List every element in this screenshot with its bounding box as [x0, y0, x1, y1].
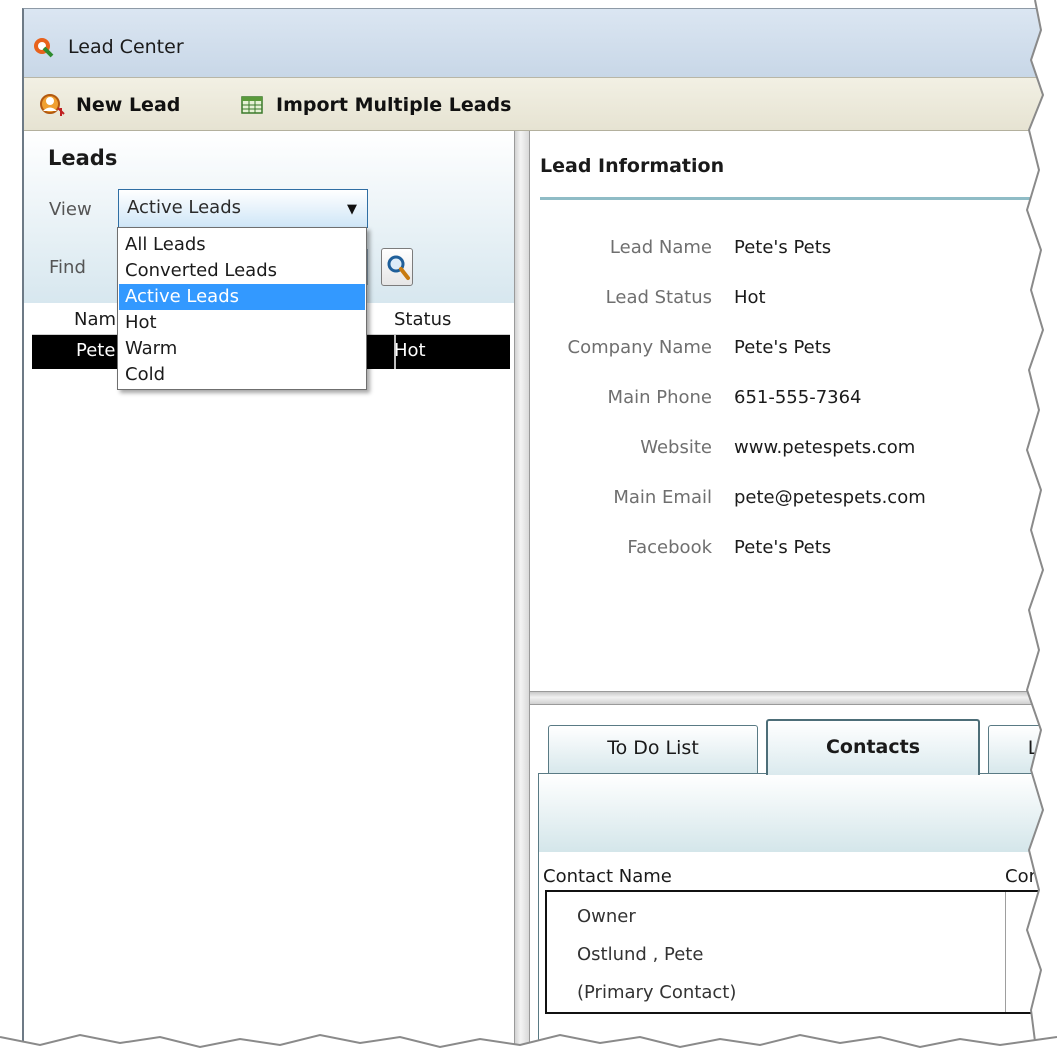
lead-name-value: Pete's Pets: [734, 237, 832, 258]
tab-to-do-list[interactable]: To Do List: [548, 725, 758, 773]
leads-panel: Leads View Active Leads ▼ Find Nam Statu…: [24, 131, 514, 1049]
dropdown-option-hot[interactable]: Hot: [119, 310, 365, 336]
main-phone-label: Main Phone: [607, 387, 712, 408]
main-email-label: Main Email: [613, 487, 712, 508]
new-lead-icon: [40, 94, 65, 116]
view-dropdown-list: All Leads Converted Leads Active Leads H…: [117, 227, 367, 390]
website-label: Website: [640, 437, 712, 458]
dropdown-option-cold[interactable]: Cold: [119, 362, 365, 388]
lead-name-cell: Pete: [76, 340, 116, 361]
dropdown-option-active-leads[interactable]: Active Leads: [119, 284, 365, 310]
magnifier-icon: [387, 255, 410, 280]
lead-information-title: Lead Information: [540, 155, 725, 177]
column-header-partial[interactable]: Cor: [1005, 866, 1057, 887]
tab-partial[interactable]: L: [988, 725, 1057, 773]
view-select-value: Active Leads: [127, 197, 242, 218]
company-name-value: Pete's Pets: [734, 337, 832, 358]
dropdown-option-warm[interactable]: Warm: [119, 336, 365, 362]
column-divider: [1005, 892, 1006, 1012]
chevron-down-icon: ▼: [347, 202, 357, 217]
column-header-status[interactable]: Status: [394, 309, 451, 330]
import-multiple-leads-label: Import Multiple Leads: [276, 94, 512, 116]
window-title: Lead Center: [68, 36, 184, 58]
app-logo-icon: [34, 38, 54, 58]
tab-contacts[interactable]: Contacts: [766, 719, 980, 775]
lead-information-panel: Lead Information Lead Name Pete's Pets L…: [530, 131, 1057, 1049]
new-lead-label: New Lead: [76, 94, 181, 116]
view-select[interactable]: Active Leads ▼: [118, 189, 368, 228]
contacts-list: Owner Ostlund , Pete (Primary Contact): [545, 890, 1057, 1014]
vertical-splitter[interactable]: [514, 131, 530, 1049]
main-email-value[interactable]: pete@petespets.com: [734, 487, 926, 508]
find-label: Find: [49, 257, 86, 278]
contact-title[interactable]: Owner: [577, 906, 636, 927]
horizontal-splitter[interactable]: [530, 691, 1057, 705]
leads-title: Leads: [48, 146, 118, 170]
column-header-name[interactable]: Nam: [74, 309, 116, 330]
column-header-contact-name[interactable]: Contact Name: [543, 866, 672, 887]
lead-center-window: Lead Center New Lead Import Multiple Lea…: [22, 8, 1057, 1049]
lead-status-value: Hot: [734, 287, 766, 308]
contact-role[interactable]: (Primary Contact): [577, 982, 736, 1003]
company-name-label: Company Name: [567, 337, 712, 358]
contact-name[interactable]: Ostlund , Pete: [577, 944, 703, 965]
new-lead-button[interactable]: New Lead: [38, 91, 180, 119]
facebook-label: Facebook: [627, 537, 712, 558]
dropdown-option-converted-leads[interactable]: Converted Leads: [119, 258, 365, 284]
view-label: View: [49, 199, 92, 220]
lead-name-label: Lead Name: [609, 237, 712, 258]
search-button[interactable]: [381, 248, 413, 286]
website-value[interactable]: www.petespets.com: [734, 437, 915, 458]
toolbar: New Lead Import Multiple Leads: [24, 77, 1057, 131]
lead-status-cell: Hot: [394, 340, 426, 361]
lead-status-label: Lead Status: [605, 287, 712, 308]
facebook-value: Pete's Pets: [734, 537, 832, 558]
dropdown-option-all-leads[interactable]: All Leads: [119, 232, 365, 258]
contacts-toolbar-band: [539, 774, 1057, 852]
contacts-tab-content: Contact Name Cor Owner Ostlund , Pete (P…: [538, 773, 1057, 1049]
spreadsheet-icon: [241, 96, 263, 114]
divider: [540, 197, 1040, 200]
title-bar: Lead Center: [24, 9, 1057, 77]
import-multiple-leads-button[interactable]: Import Multiple Leads: [240, 91, 511, 119]
main-phone-value: 651-555-7364: [734, 387, 862, 408]
